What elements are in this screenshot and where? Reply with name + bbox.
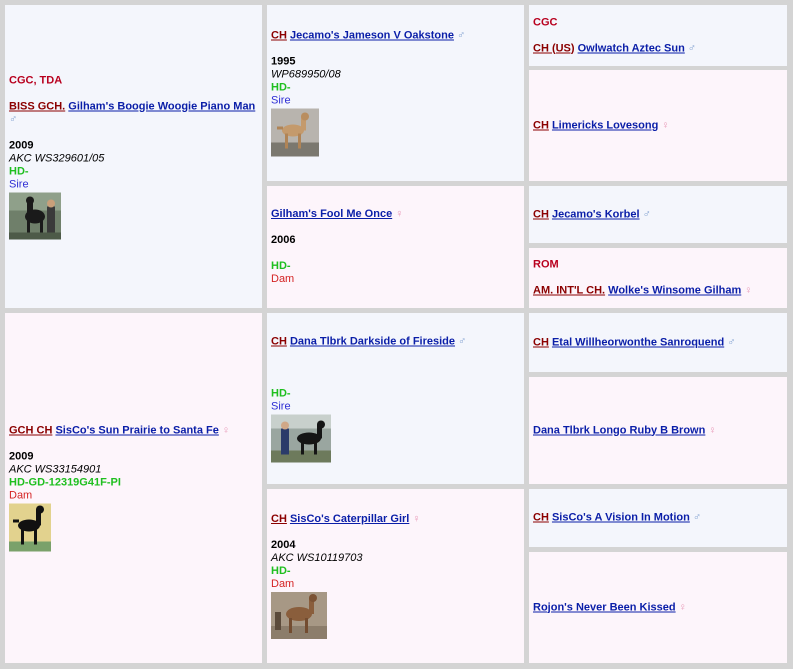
dog-name-line: CH Etal Willheorwonthe Sanroquend ♂	[533, 336, 783, 349]
male-symbol-icon: ♂	[692, 511, 702, 524]
dog-registration: AKC WS33154901	[9, 463, 102, 476]
dog-title-prefix: CH	[271, 29, 287, 42]
dog-name-line: Gilham's Fool Me Once ♀	[271, 208, 520, 221]
dog-health-clearance: HD-	[271, 81, 291, 94]
dog-name-link[interactable]: Dana Tlbrk Darkside of Fireside	[290, 335, 455, 347]
dog-health-clearance: HD-	[9, 165, 29, 177]
male-symbol-icon: ♂	[727, 336, 736, 348]
dog-health-clearance: HD-	[271, 565, 291, 577]
dog-name-link[interactable]: Limericks Lovesong	[552, 119, 658, 131]
female-symbol-icon: ♀	[412, 513, 421, 525]
dog-title-prefix: CH	[533, 119, 549, 131]
dog-name-line: AM. INT'L CH. Wolke's Winsome Gilham ♀	[533, 285, 783, 298]
female-symbol-icon: ♀	[678, 601, 687, 613]
dog-name-line: Rojon's Never Been Kissed ♀	[533, 601, 783, 614]
dog-title-prefix: AM. INT'L CH.	[533, 284, 606, 297]
dog-title-prefix: CH (US)	[533, 42, 575, 54]
pedigree-cell-jecamo-s-jameson-v-oakstone: CH Jecamo's Jameson V Oakstone ♂ 1995 WP689…	[267, 5, 524, 181]
sire-photo[interactable]	[271, 414, 331, 462]
dog-name-link[interactable]: Rojon's Never Been Kissed	[533, 601, 676, 613]
dog-name-link[interactable]: Jecamo's Korbel	[552, 208, 640, 220]
dog-registration: AKC WS10119703	[271, 552, 363, 564]
pedigree-cell-sisco-s-caterpillar-girl: CH SisCo's Caterpillar Girl ♀ 2004 AKC WS10…	[267, 489, 524, 663]
dog-birth-year: 2009	[9, 450, 34, 463]
dog-name-link[interactable]: Jecamo's Jameson V Oakstone	[290, 30, 454, 42]
dog-parent-role: Dam	[271, 578, 295, 590]
dog-parent-role: Sire	[271, 400, 291, 412]
dog-name-line: CH (US) Owlwatch Aztec Sun ♂	[533, 42, 783, 55]
dog-parent-role: Dam	[9, 489, 33, 502]
dog-name-line: CH Dana Tlbrk Darkside of Fireside ♂	[271, 335, 520, 348]
female-symbol-icon: ♀	[744, 284, 753, 297]
pedigree-cell-sisco-s-sun-prairie-to-santa-fe: GCH CH SisCo's Sun Prairie to Santa Fe ♀ 2…	[5, 313, 262, 663]
dog-sex-line: ♂	[9, 113, 258, 126]
pedigree-cell-gilham-s-boogie-woogie-piano-man: CGC, TDA BISS GCH. Gilham's Boogie Woogie…	[5, 5, 262, 308]
pedigree-cell-etal-willheorwonthe-sanroquend: CH Etal Willheorwonthe Sanroquend ♂	[529, 313, 787, 372]
dog-name-link[interactable]: Dana Tlbrk Longo Ruby B Brown	[533, 424, 705, 436]
male-symbol-icon: ♂	[458, 335, 467, 347]
dog-name-line: GCH CH SisCo's Sun Prairie to Santa Fe ♀	[9, 425, 258, 438]
pedigree-cell-dana-tlbrk-darkside-of-fireside: CH Dana Tlbrk Darkside of Fireside ♂ HD- Si…	[267, 313, 524, 484]
dog-titles: ROM	[533, 258, 559, 271]
dog-parent-role: Dam	[271, 273, 295, 285]
dog-title-prefix: GCH CH	[9, 424, 53, 437]
dog-title-prefix: CH	[533, 336, 549, 348]
dog-name-link[interactable]: Etal Willheorwonthe Sanroquend	[552, 336, 724, 348]
female-symbol-icon: ♀	[708, 424, 717, 436]
dog-registration: AKC WS329601/05	[9, 152, 105, 164]
dog-title-prefix: CH	[533, 511, 549, 524]
female-symbol-icon: ♀	[395, 208, 404, 220]
dog-parent-role: Sire	[271, 94, 291, 107]
dog-title-prefix: CH	[271, 513, 287, 525]
dog-name-link[interactable]: Wolke's Winsome Gilham	[608, 285, 741, 297]
dog-name-line: CH Jecamo's Korbel ♂	[533, 208, 783, 221]
dog-title-prefix: BISS GCH.	[9, 100, 66, 112]
dog-name-link[interactable]: SisCo's Sun Prairie to Santa Fe	[55, 425, 218, 437]
pedigree-cell-limericks-lovesong: CH Limericks Lovesong ♀	[529, 70, 787, 181]
dog-health-clearance: HD-GD-12319G41F-PI	[9, 476, 121, 489]
dog-name-line: BISS GCH. Gilham's Boogie Woogie Piano M…	[9, 100, 258, 113]
dog-registration: WP689950/08	[271, 68, 341, 81]
dog-name-line: CH Limericks Lovesong ♀	[533, 119, 783, 132]
dog-name-line: CH SisCo's Caterpillar Girl ♀	[271, 513, 520, 526]
female-symbol-icon: ♀	[221, 424, 231, 437]
dog-name-line: CH SisCo's A Vision In Motion ♂	[533, 512, 783, 525]
dog-name-link[interactable]: SisCo's Caterpillar Girl	[290, 513, 409, 525]
pedigree-cell-dana-tlbrk-longo-ruby-b-brown: Dana Tlbrk Longo Ruby B Brown ♀	[529, 377, 787, 484]
male-symbol-icon: ♂	[9, 113, 18, 125]
dog-health-clearance: HD-	[271, 387, 291, 399]
dog-title-prefix: CH	[271, 335, 287, 347]
dog-name-link[interactable]: Gilham's Fool Me Once	[271, 208, 392, 220]
dog-titles: CGC	[533, 16, 558, 28]
female-symbol-icon: ♀	[661, 119, 670, 131]
dog-birth-year: 1995	[271, 55, 296, 68]
dog-name-line: Dana Tlbrk Longo Ruby B Brown ♀	[533, 424, 783, 437]
dog-birth-year: 2004	[271, 539, 296, 551]
sire-photo[interactable]	[9, 192, 61, 239]
dog-birth-year: 2006	[271, 234, 296, 246]
dam-photo[interactable]	[271, 592, 327, 639]
dog-name-link[interactable]: Gilham's Boogie Woogie Piano Man	[68, 100, 255, 112]
pedigree-cell-wolke-s-winsome-gilham: ROM AM. INT'L CH. Wolke's Winsome Gilham ♀	[529, 248, 787, 308]
male-symbol-icon: ♂	[456, 29, 466, 42]
dog-titles: CGC, TDA	[9, 74, 63, 86]
male-symbol-icon: ♂	[642, 208, 651, 220]
pedigree-cell-sisco-s-a-vision-in-motion: CH SisCo's A Vision In Motion ♂	[529, 489, 787, 547]
pedigree-cell-owlwatch-aztec-sun: CGC CH (US) Owlwatch Aztec Sun ♂	[529, 5, 787, 66]
male-symbol-icon: ♂	[687, 42, 697, 54]
dog-name-link[interactable]: Owlwatch Aztec Sun	[578, 42, 685, 54]
pedigree-cell-jecamo-s-korbel: CH Jecamo's Korbel ♂	[529, 186, 787, 243]
dog-name-link[interactable]: SisCo's A Vision In Motion	[552, 512, 690, 524]
pedigree-cell-gilham-s-fool-me-once: Gilham's Fool Me Once ♀ 2006 HD- Dam	[267, 186, 524, 308]
dog-health-clearance: HD-	[271, 260, 291, 272]
pedigree-table: CGC, TDA BISS GCH. Gilham's Boogie Woogie…	[0, 0, 793, 669]
dog-title-prefix: CH	[533, 208, 549, 220]
sire-photo[interactable]	[271, 108, 319, 157]
dog-parent-role: Sire	[9, 178, 29, 190]
dog-birth-year: 2009	[9, 139, 34, 151]
dog-name-line: CH Jecamo's Jameson V Oakstone ♂	[271, 30, 520, 43]
dam-photo[interactable]	[9, 503, 51, 552]
pedigree-cell-rojon-s-never-been-kissed: Rojon's Never Been Kissed ♀	[529, 552, 787, 663]
